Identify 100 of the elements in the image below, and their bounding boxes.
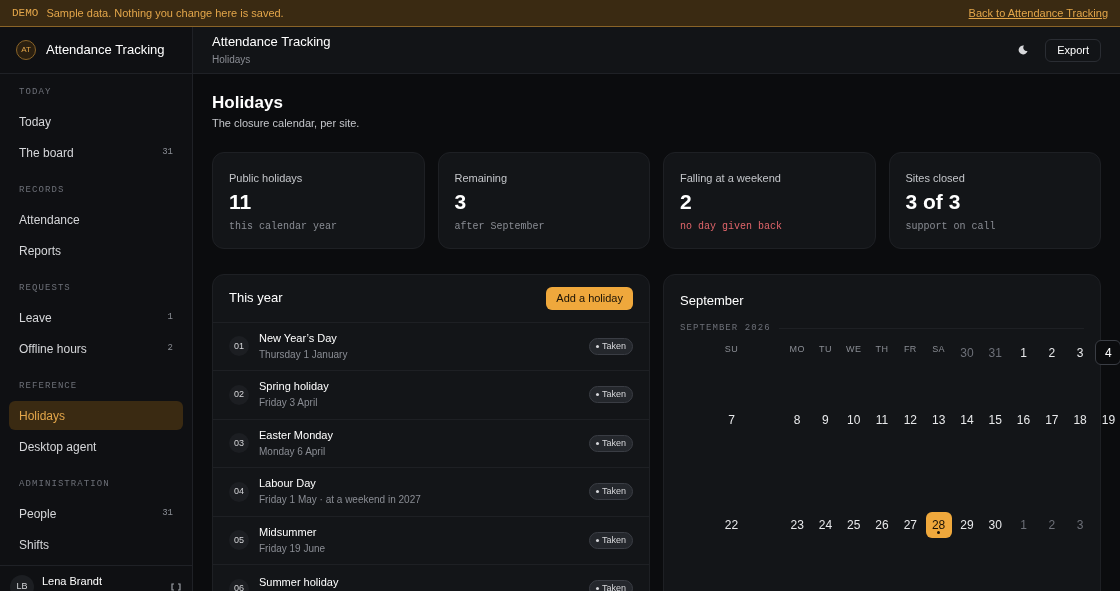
section-heading: RECORDS xyxy=(18,184,66,197)
calendar-day[interactable]: 12 xyxy=(903,410,917,429)
nav-item[interactable]: The board 31 xyxy=(9,138,183,167)
calendar-day[interactable]: 3 xyxy=(1076,515,1084,534)
calendar-day[interactable]: 24 xyxy=(818,515,833,534)
stat-note: support on call xyxy=(905,220,997,234)
holiday-date: Friday 3 April xyxy=(259,396,319,411)
breadcrumb: Holidays xyxy=(212,52,252,67)
nav-item[interactable]: People 31 xyxy=(9,499,183,528)
calendar-day[interactable]: 13 xyxy=(931,410,946,429)
status-badge: Taken xyxy=(588,483,633,501)
back-link[interactable]: Back to Attendance Tracking xyxy=(968,4,1108,22)
calendar-day[interactable]: 29 xyxy=(960,515,974,534)
row-number: 06 xyxy=(229,578,249,591)
stat-value: 2 xyxy=(680,189,693,215)
brand-logo: AT xyxy=(16,40,36,60)
weekday-label: WE xyxy=(846,343,862,357)
status-badge: Taken xyxy=(588,337,633,355)
holiday-name: Summer holiday xyxy=(259,574,340,589)
add-holiday-button[interactable]: Add a holiday xyxy=(546,286,633,310)
calendar-day[interactable]: 28 xyxy=(925,511,952,538)
calendar-day[interactable]: 1 xyxy=(1020,515,1027,534)
theme-toggle-icon[interactable] xyxy=(1018,45,1029,55)
calendar-day[interactable]: 18 xyxy=(1073,410,1087,429)
calendar-day[interactable]: 3 xyxy=(1076,343,1084,362)
weekday-label: SU xyxy=(724,343,739,357)
nav-item[interactable]: Shifts xyxy=(9,530,183,559)
calendar-day[interactable]: 9 xyxy=(822,410,829,429)
calendar-day[interactable]: 16 xyxy=(1016,410,1031,429)
holiday-date: Friday 1 May · at a weekend in 2027 xyxy=(259,493,422,508)
calendar-day[interactable]: 25 xyxy=(847,515,861,534)
holiday-name: Easter Monday xyxy=(259,427,334,442)
holiday-date: Thursday 1 January xyxy=(259,347,349,362)
weekday-label: SA xyxy=(932,343,946,357)
weekday-label: MO xyxy=(789,343,805,357)
nav-item[interactable]: Holidays xyxy=(9,401,183,430)
expand-icon[interactable] xyxy=(170,581,182,591)
calendar-day[interactable]: 10 xyxy=(847,410,861,429)
holiday-name: Midsummer xyxy=(259,524,318,539)
nav-item[interactable]: Attendance xyxy=(9,205,183,234)
nav-item[interactable]: Desktop agent xyxy=(9,432,183,461)
calendar-day[interactable]: 11 xyxy=(875,410,889,429)
user-avatar: LB xyxy=(10,575,34,591)
calendar-day[interactable]: 17 xyxy=(1045,410,1059,429)
calendar-day[interactable]: 19 xyxy=(1101,410,1116,429)
status-badge: Taken xyxy=(588,434,633,452)
status-badge: Taken xyxy=(588,386,633,404)
row-number: 05 xyxy=(229,530,249,551)
count-label: 31 xyxy=(162,145,173,159)
calendar-day[interactable]: 14 xyxy=(960,410,974,429)
nav-item[interactable]: Offline hours 2 xyxy=(9,334,183,363)
holiday-name: Labour Day xyxy=(259,476,317,491)
weekday-label: FR xyxy=(903,343,917,357)
page-subtitle: The closure calendar, per site. xyxy=(212,116,361,131)
calendar-day[interactable]: 1 xyxy=(1020,343,1027,362)
section-heading: REQUESTS xyxy=(18,282,72,295)
card-title: This year xyxy=(229,289,283,308)
card-title: September xyxy=(680,291,745,310)
month-label: SEPTEMBER 2026 xyxy=(680,322,771,335)
calendar-day[interactable]: 2 xyxy=(1048,515,1056,534)
calendar-day[interactable]: 15 xyxy=(988,410,1002,429)
calendar-day[interactable]: 2 xyxy=(1048,343,1056,362)
stat-note: after September xyxy=(454,220,546,234)
count-label: 2 xyxy=(167,341,173,355)
calendar-day[interactable]: 4 xyxy=(1095,340,1120,365)
weekday-label: TU xyxy=(819,343,832,357)
calendar-day[interactable]: 27 xyxy=(903,515,917,534)
count-label: 1 xyxy=(167,310,173,324)
page-title: Holidays xyxy=(212,93,284,113)
stat-note: no day given back xyxy=(680,220,784,234)
demo-tag: DEMO xyxy=(12,4,39,22)
stat-note: this calendar year xyxy=(229,220,339,234)
stat-value: 3 xyxy=(454,189,468,215)
export-button[interactable]: Export xyxy=(1045,38,1101,62)
status-badge: Taken xyxy=(588,580,633,591)
stat-label: Falling at a weekend xyxy=(680,170,782,186)
row-number: 04 xyxy=(229,481,249,502)
status-badge: Taken xyxy=(588,531,633,549)
holiday-name: Spring holiday xyxy=(259,379,330,394)
stat-label: Public holidays xyxy=(229,170,304,186)
calendar-day[interactable]: 7 xyxy=(728,410,735,429)
holiday-date: Friday 19 June xyxy=(259,541,327,556)
calendar-day[interactable]: 26 xyxy=(875,515,889,534)
calendar-day[interactable]: 30 xyxy=(988,515,1002,534)
calendar-day[interactable]: 23 xyxy=(790,515,804,534)
nav-item[interactable]: Reports xyxy=(9,236,183,265)
calendar-day[interactable]: 30 xyxy=(960,343,974,362)
stat-value: 11 xyxy=(229,189,253,215)
weekday-label: TH xyxy=(875,343,889,357)
calendar-day[interactable]: 22 xyxy=(724,515,739,534)
banner-message: Sample data. Nothing you change here is saved. xyxy=(46,5,284,21)
stat-value: 3 of 3 xyxy=(905,189,962,215)
calendar-day[interactable]: 31 xyxy=(988,343,1002,362)
holiday-date: Monday 6 April xyxy=(259,444,327,459)
calendar-day[interactable]: 8 xyxy=(793,410,801,429)
nav-item[interactable]: Today xyxy=(9,107,183,136)
header-title: Attendance Tracking xyxy=(212,33,332,50)
row-number: 02 xyxy=(229,384,249,405)
row-number: 03 xyxy=(229,433,249,454)
nav-item[interactable]: Leave 1 xyxy=(9,303,183,332)
